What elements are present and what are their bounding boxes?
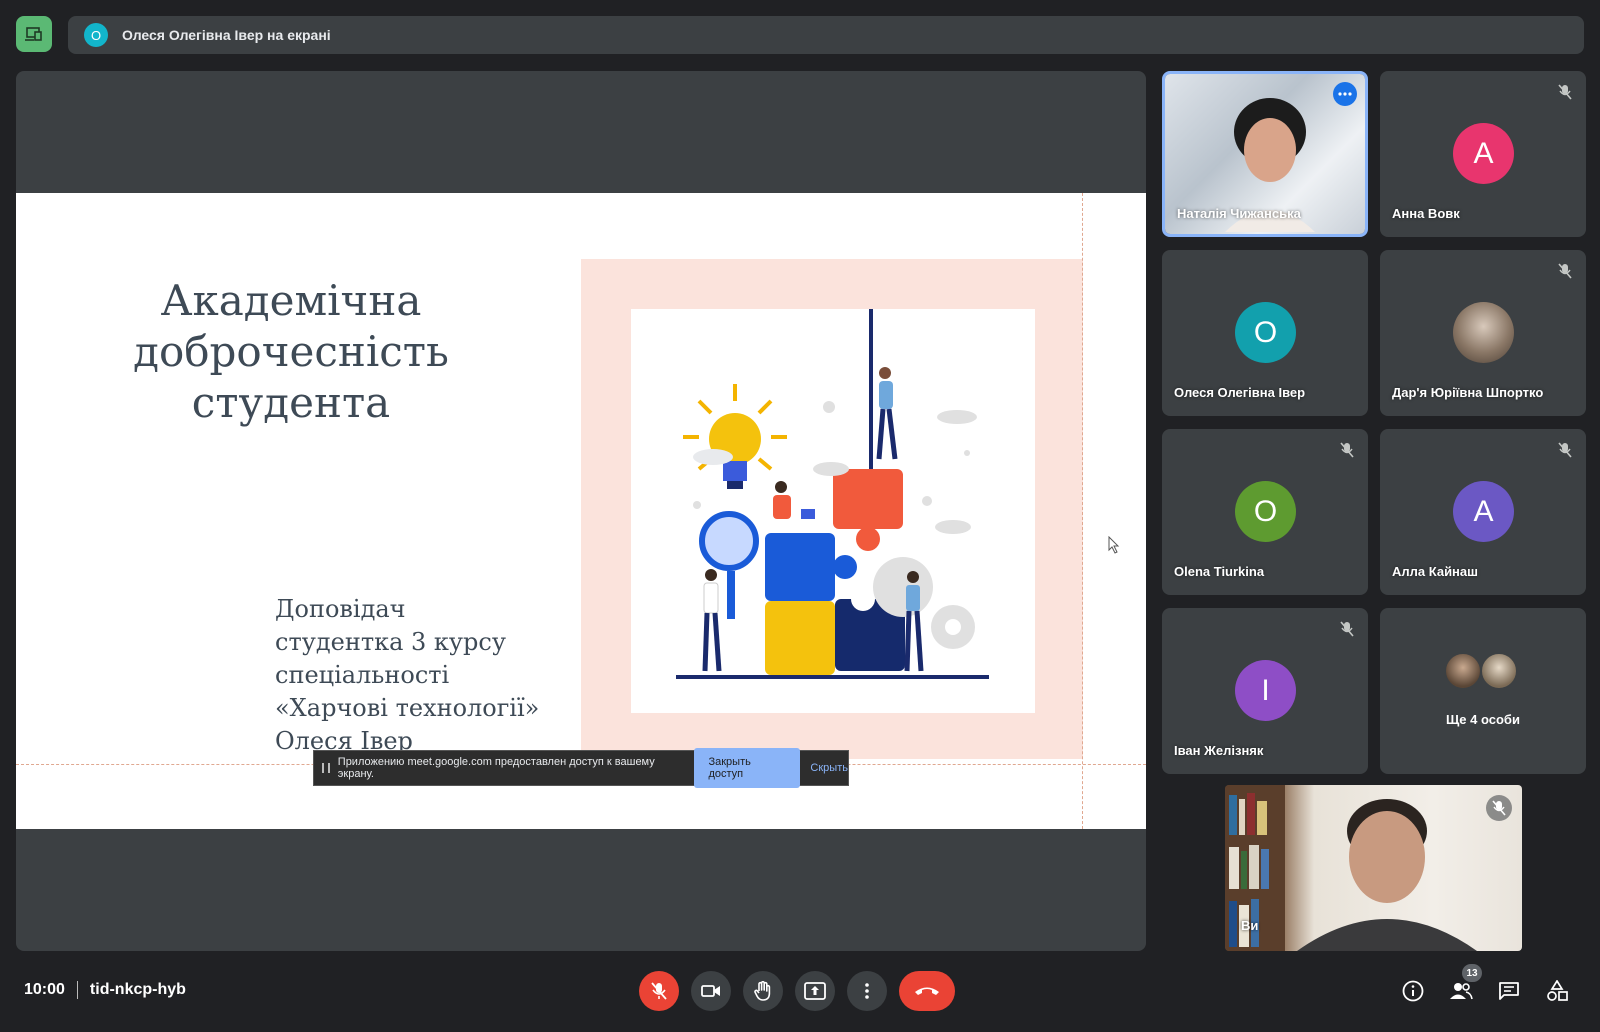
participant-tile[interactable]: O Olena Tiurkina (1162, 429, 1368, 595)
slide-subtitle-line: спеціальності (275, 661, 450, 689)
self-view-tile[interactable]: Ви (1225, 785, 1522, 951)
participant-tile[interactable]: А Алла Кайнаш (1380, 429, 1586, 595)
participant-avatar: А (1453, 481, 1514, 542)
lightbulb-icon (683, 384, 787, 489)
more-participants-tile[interactable]: Ще 4 особи (1380, 608, 1586, 774)
participant-avatar: І (1235, 660, 1296, 721)
slide-guide-vertical (1082, 193, 1083, 829)
present-to-all-icon (804, 982, 826, 1000)
mic-off-icon (1336, 618, 1358, 640)
participant-name: Дар'я Юріївна Шпортко (1392, 385, 1544, 400)
videocam-icon (701, 985, 720, 997)
slide-subtitle: Доповідач студентка 3 курсу спеціальност… (275, 593, 565, 758)
divider (76, 981, 78, 999)
screen-share-stage: Академічна доброчесність студента Допові… (16, 71, 1146, 951)
slide-illustration (631, 309, 1035, 713)
toggle-camera-button[interactable] (691, 971, 731, 1011)
presenter-avatar: О (84, 23, 108, 47)
presenting-banner: О Олеся Олегівна Івер на екрані (68, 16, 1584, 54)
toggle-mic-button[interactable] (639, 971, 679, 1011)
participant-name: Олеся Олегівна Івер (1174, 385, 1306, 400)
more-options-button[interactable] (1333, 82, 1357, 106)
people-icon (1450, 983, 1473, 1000)
mic-off-icon (1336, 439, 1358, 461)
participant-tile[interactable]: Дар'я Юріївна Шпортко (1380, 250, 1586, 416)
meeting-code: tid-nkcp-hyb (89, 981, 186, 998)
mic-off-icon (1554, 260, 1576, 282)
hand-icon (754, 981, 771, 1001)
participant-photo (1444, 652, 1482, 690)
meeting-details-button[interactable] (1400, 978, 1426, 1004)
present-screen-button[interactable] (795, 971, 835, 1011)
info-icon (1402, 980, 1424, 1002)
present-icon (25, 27, 42, 41)
more-horiz-icon (1338, 92, 1352, 96)
slide-subtitle-line: «Харчові технології» (275, 694, 540, 722)
call-end-icon (915, 987, 939, 995)
teamwork-puzzle-illustration (676, 309, 989, 679)
participant-photo (1453, 302, 1514, 363)
participant-name: Olena Tiurkina (1174, 564, 1265, 579)
participant-name: Алла Кайнаш (1392, 564, 1478, 579)
self-name-label: Ви (1241, 918, 1259, 933)
participant-tile[interactable]: Наталія Чижанська (1162, 71, 1368, 237)
hide-notification-link[interactable]: Скрыть (810, 762, 848, 774)
chat-button[interactable] (1496, 978, 1522, 1004)
slide-title-line: доброчесність (133, 327, 449, 376)
participant-avatar: О (1235, 302, 1296, 363)
mouse-cursor-icon (1108, 536, 1120, 554)
more-options-button[interactable] (847, 971, 887, 1011)
participant-avatar: O (1235, 481, 1296, 542)
participant-photo (1480, 652, 1518, 690)
activities-shapes-icon (1547, 980, 1568, 1001)
participant-tile[interactable]: О Олеся Олегівна Івер (1162, 250, 1368, 416)
raise-hand-button[interactable] (743, 971, 783, 1011)
stop-sharing-button[interactable]: Закрыть доступ (694, 748, 801, 788)
participant-tile[interactable]: І Іван Желізняк (1162, 608, 1368, 774)
slide-title-line: студента (191, 378, 391, 427)
mic-off-icon (1554, 81, 1576, 103)
participant-tile[interactable]: А Анна Вовк (1380, 71, 1586, 237)
layout-toggle-button[interactable] (16, 16, 52, 52)
leave-call-button[interactable] (899, 971, 955, 1011)
meeting-details: 10:00 tid-nkcp-hyb (24, 981, 186, 999)
participant-avatar: А (1453, 123, 1514, 184)
more-participants-label: Ще 4 особи (1446, 712, 1520, 727)
slide-title-line: Академічна (160, 276, 422, 325)
participant-name: Наталія Чижанська (1177, 206, 1301, 221)
more-vert-icon (865, 983, 869, 999)
chat-icon (1499, 982, 1519, 1000)
mic-off-icon (651, 982, 667, 1000)
slide-subtitle-line: Доповідач (275, 595, 406, 623)
shared-slide: Академічна доброчесність студента Допові… (16, 193, 1146, 829)
self-video-figure (1297, 799, 1477, 951)
participant-name: Іван Желізняк (1174, 743, 1264, 758)
mic-off-icon (1554, 439, 1576, 461)
self-mic-off-indicator (1486, 795, 1512, 821)
activities-button[interactable] (1544, 978, 1570, 1004)
participant-name: Анна Вовк (1392, 206, 1460, 221)
share-notification-text: Приложению meet.google.com предоставлен … (337, 756, 655, 780)
slide-title: Академічна доброчесність студента (126, 275, 456, 428)
slide-subtitle-line: студентка 3 курсу (275, 628, 506, 656)
drag-handle-icon[interactable] (322, 763, 330, 773)
screen-share-notification: Приложению meet.google.com предоставлен … (313, 748, 849, 788)
mic-off-icon (1492, 800, 1506, 816)
people-count-badge: 13 (1462, 964, 1482, 982)
current-time: 10:00 (24, 981, 65, 998)
presenting-label: Олеся Олегівна Івер на екрані (122, 27, 331, 43)
